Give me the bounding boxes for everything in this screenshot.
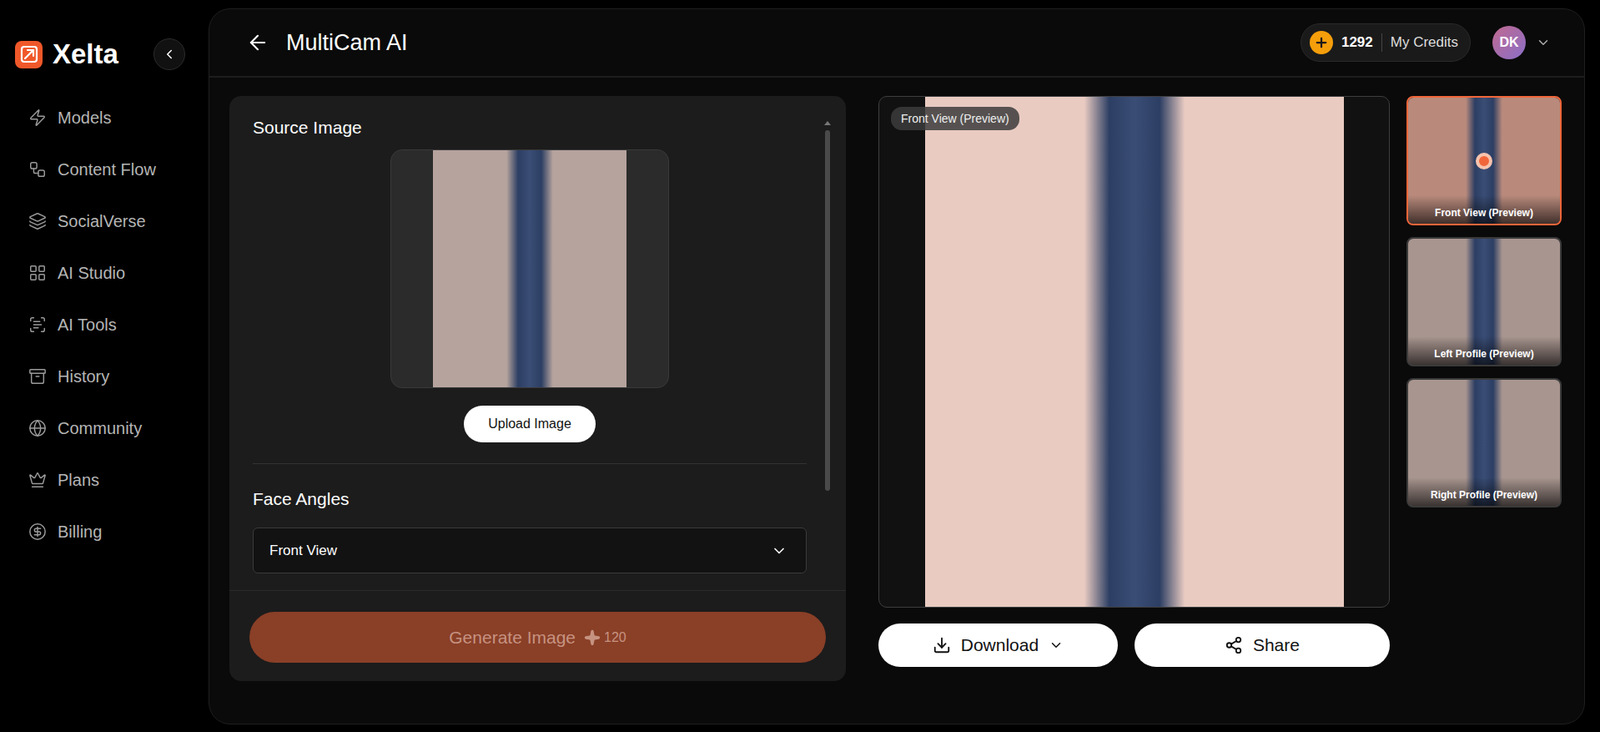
sidebar-item[interactable]: Models xyxy=(15,91,209,144)
logo-icon xyxy=(15,40,43,69)
logo-row: Xelta xyxy=(15,38,209,71)
separator xyxy=(1381,33,1383,52)
nav-icon xyxy=(28,418,47,438)
generate-button[interactable]: Generate Image120 xyxy=(249,611,826,663)
sidebar-item[interactable]: SocialVerse xyxy=(15,195,209,247)
chevron-down-icon xyxy=(770,542,788,559)
collapse-button[interactable] xyxy=(153,38,186,71)
source-title: Source Image xyxy=(252,117,807,138)
app: Xelta ModelsContent FlowSocialVerseAI Stu… xyxy=(0,0,1600,732)
download-button[interactable]: Download xyxy=(878,623,1118,667)
sidebar-item[interactable]: Content Flow xyxy=(15,143,209,196)
content: Source Image Upload Image Face Angles Front… xyxy=(209,77,1585,681)
share-button[interactable]: Share xyxy=(1134,623,1390,667)
selected-dot xyxy=(1475,152,1493,170)
sidebar-item[interactable]: Billing xyxy=(15,505,209,558)
thumbnail-label: Right Profile (Preview) xyxy=(1408,477,1560,506)
nav-icon xyxy=(28,470,47,489)
logo-text: Xelta xyxy=(52,38,144,71)
credits-value: 1292 xyxy=(1341,34,1374,51)
coin-icon xyxy=(1309,30,1334,55)
back-button[interactable] xyxy=(246,30,270,55)
divider xyxy=(252,462,807,464)
preview-photo xyxy=(925,96,1344,607)
thumbnail[interactable]: Right Profile (Preview) xyxy=(1406,377,1562,508)
source-photo xyxy=(432,150,627,388)
download-icon xyxy=(932,635,951,655)
sidebar-item[interactable]: Community xyxy=(15,402,209,454)
face-angles-title: Face Angles xyxy=(252,488,807,509)
avatar: DK xyxy=(1492,25,1526,60)
chevron-down-icon xyxy=(1048,637,1064,653)
action-row: Download Share xyxy=(878,623,1390,667)
sidebar-item[interactable]: AI Tools xyxy=(15,298,209,351)
scrollbar-thumb[interactable] xyxy=(825,130,831,491)
settings-scroll: Source Image Upload Image Face Angles Front… xyxy=(229,95,846,591)
share-icon xyxy=(1224,635,1243,655)
sidebar-item[interactable]: AI Studio xyxy=(15,246,209,299)
thumbnail[interactable]: Front View (Preview) xyxy=(1406,95,1562,226)
thumbnail[interactable]: Left Profile (Preview) xyxy=(1406,236,1562,367)
face-angle-select[interactable]: Front View xyxy=(252,527,807,574)
preview-frame: Front View (Preview) xyxy=(878,95,1390,608)
sidebar-item[interactable]: Plans xyxy=(15,453,209,506)
cost: 120 xyxy=(583,628,627,646)
scrollbar[interactable] xyxy=(824,117,831,590)
chevron-down-icon xyxy=(1535,35,1551,51)
settings-footer: Generate Image120 xyxy=(229,590,846,681)
credits-label: My Credits xyxy=(1390,34,1459,51)
nav-icon xyxy=(28,211,47,231)
chevron-left-icon xyxy=(161,46,177,62)
logo-arrow-icon xyxy=(20,45,39,64)
plus-icon xyxy=(1313,35,1329,51)
upload-button[interactable]: Upload Image xyxy=(463,405,596,443)
sidebar-item[interactable]: History xyxy=(15,350,209,403)
nav-icon xyxy=(28,263,47,282)
nav-icon xyxy=(28,367,47,386)
sparkle-icon xyxy=(583,628,601,646)
preview-badge: Front View (Preview) xyxy=(890,106,1020,131)
nav-icon xyxy=(28,160,47,179)
credits-pill[interactable]: 1292 My Credits xyxy=(1300,23,1471,62)
header: MultiCam AI 1292 My Credits DK xyxy=(209,9,1585,78)
nav-list: ModelsContent FlowSocialVerseAI StudioAI… xyxy=(15,91,209,558)
nav-icon xyxy=(28,315,47,334)
user-menu[interactable]: DK xyxy=(1492,25,1551,60)
thumbnail-label: Left Profile (Preview) xyxy=(1408,336,1560,365)
sidebar: Xelta ModelsContent FlowSocialVerseAI Stu… xyxy=(0,0,209,732)
source-image xyxy=(390,149,670,388)
thumbnail-list: Front View (Preview) Left Profile (Previe… xyxy=(1406,95,1562,508)
nav-icon xyxy=(28,108,47,127)
preview-column: Front View (Preview) Download Share xyxy=(878,95,1390,667)
nav-icon xyxy=(28,522,47,541)
settings-card: Source Image Upload Image Face Angles Front… xyxy=(229,95,846,681)
settings-content: Source Image Upload Image Face Angles Front… xyxy=(252,117,807,590)
arrow-left-icon xyxy=(246,30,270,55)
scroll-up-icon xyxy=(824,120,831,126)
page-title: MultiCam AI xyxy=(286,30,1284,56)
thumbnail-label: Front View (Preview) xyxy=(1408,195,1560,224)
main-panel: MultiCam AI 1292 My Credits DK Source Image U… xyxy=(208,8,1585,725)
